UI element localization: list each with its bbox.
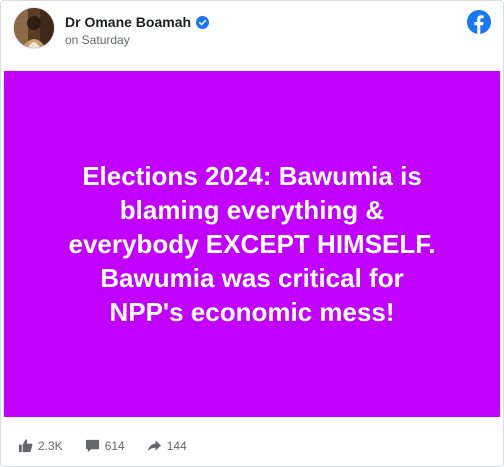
shares-count: 144 [166,438,187,453]
share-arrow-icon [147,440,161,452]
post-banner[interactable]: Elections 2024: Bawumia is blaming every… [4,71,500,417]
banner-text: Elections 2024: Bawumia is blaming every… [68,161,436,327]
author-name[interactable]: Dr Omane Boamah [65,14,210,30]
author-name-text: Dr Omane Boamah [65,14,192,30]
thumbs-up-icon [18,439,33,453]
comment-bubble-icon [85,439,99,453]
post-timestamp[interactable]: on Saturday [65,33,130,47]
engagement-bar: 2.3K 614 144 [1,425,503,466]
likes-count: 2.3K [38,438,63,453]
post-card: Dr Omane Boamah on Saturday Elections 20… [0,0,504,467]
avatar-image [14,8,54,48]
post-header: Dr Omane Boamah on Saturday [1,1,503,67]
shares-stat[interactable]: 144 [147,438,187,453]
verified-badge-icon [196,15,210,29]
comments-count: 614 [104,438,125,453]
likes-stat[interactable]: 2.3K [18,438,63,453]
comments-stat[interactable]: 614 [85,438,125,453]
avatar[interactable] [13,7,55,49]
facebook-icon[interactable] [467,10,491,34]
